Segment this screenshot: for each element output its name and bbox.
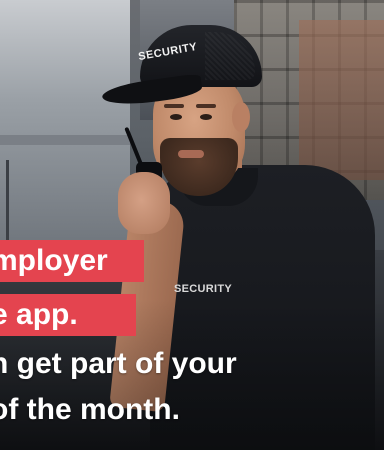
shirt-label: SECURITY [174, 283, 233, 295]
headline-line1: n get part of your [0, 347, 237, 380]
promo-band-line1: mployer [0, 240, 144, 282]
promo-line2-text: e app. [0, 298, 78, 331]
guard-ear [232, 102, 250, 132]
guard-brow-right [196, 104, 216, 108]
cap-mesh [205, 32, 255, 80]
promo-line1-text: mployer [0, 244, 108, 277]
guard-mouth [178, 150, 204, 158]
guard-eye-right [200, 114, 212, 120]
guard-hand [118, 172, 170, 234]
guard-eye-left [170, 114, 182, 120]
guard-brow-left [164, 104, 184, 108]
promo-headline: n get part of your of the month. [0, 341, 384, 433]
hero-image: SECURITY SECURITY mployer e app. n get p… [0, 0, 384, 450]
headline-line2: of the month. [0, 393, 180, 426]
promo-band-line2: e app. [0, 294, 136, 336]
